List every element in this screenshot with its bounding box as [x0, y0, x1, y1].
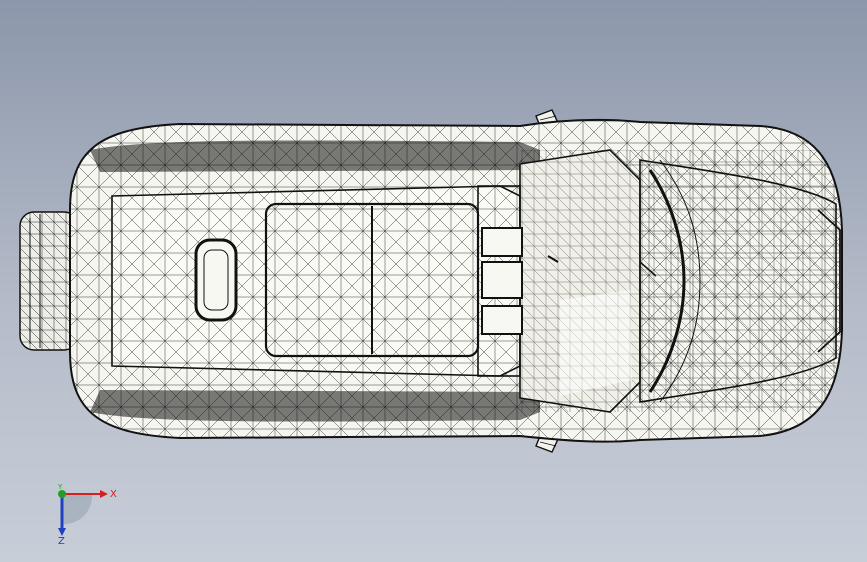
x-axis-label: X — [110, 489, 117, 500]
sunroof — [264, 202, 480, 358]
graphics-viewport[interactable]: X Y Z — [0, 0, 867, 562]
y-axis-label: Y — [57, 484, 63, 491]
roof-vent — [194, 238, 238, 322]
car-wireframe-model[interactable] — [0, 0, 867, 562]
orientation-triad[interactable]: X Y Z — [48, 484, 118, 544]
z-axis-label: Z — [58, 536, 65, 544]
y-axis-indicator — [58, 490, 66, 498]
windshield — [519, 149, 641, 413]
